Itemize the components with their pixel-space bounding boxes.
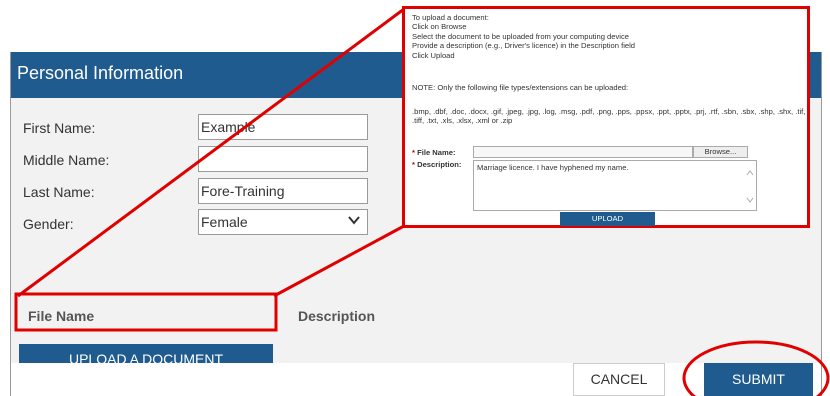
middle-name-label: Middle Name: xyxy=(23,152,110,168)
submit-button[interactable]: SUBMIT xyxy=(704,363,813,396)
file-types-note: NOTE: Only the following file types/exte… xyxy=(412,83,629,92)
instruction-line: To upload a document: xyxy=(412,13,489,22)
file-name-label-text: File Name: xyxy=(417,148,456,157)
gender-select[interactable]: Female xyxy=(198,209,368,235)
instruction-line: Select the document to be uploaded from … xyxy=(412,31,629,41)
gender-label: Gender: xyxy=(23,216,74,232)
description-field-label: * Description: xyxy=(412,160,461,169)
required-mark: * xyxy=(412,148,415,157)
allowed-file-types: .bmp, .dbf, .doc, .docx, .gif, .jpeg, .j… xyxy=(412,107,806,126)
gender-selected-value: Female xyxy=(201,214,248,230)
description-label-text: Description: xyxy=(417,160,462,169)
file-name-field-label: * File Name: xyxy=(412,148,456,157)
cancel-button[interactable]: CANCEL xyxy=(573,363,665,396)
file-name-input[interactable] xyxy=(473,146,693,158)
first-name-input[interactable] xyxy=(198,114,368,140)
instruction-line: Provide a description (e.g., Driver's li… xyxy=(412,41,636,51)
last-name-input[interactable] xyxy=(198,178,368,204)
form-footer xyxy=(11,363,821,396)
instruction-line: Click on Browse xyxy=(412,22,467,32)
instruction-line: Click Upload xyxy=(412,50,455,60)
first-name-label: First Name: xyxy=(23,120,96,136)
description-text: Marriage licence. I have hyphened my nam… xyxy=(477,163,629,172)
panel-title: Personal Information xyxy=(17,63,184,83)
description-textarea[interactable]: Marriage licence. I have hyphened my nam… xyxy=(473,160,757,211)
required-mark: * xyxy=(412,160,415,169)
description-column-header: Description xyxy=(298,308,376,324)
last-name-label: Last Name: xyxy=(23,184,95,200)
middle-name-input[interactable] xyxy=(198,146,368,172)
upload-dialog-callout: To upload a document: Click on Browse Se… xyxy=(402,6,810,228)
upload-instructions: To upload a document: Click on Browse Se… xyxy=(412,13,804,60)
browse-button[interactable]: Browse... xyxy=(693,146,748,158)
upload-button[interactable]: UPLOAD xyxy=(560,212,655,226)
scrollbar-arrows-icon[interactable] xyxy=(746,165,754,208)
file-name-column-header: File Name xyxy=(28,308,95,324)
chevron-down-icon xyxy=(348,216,360,225)
